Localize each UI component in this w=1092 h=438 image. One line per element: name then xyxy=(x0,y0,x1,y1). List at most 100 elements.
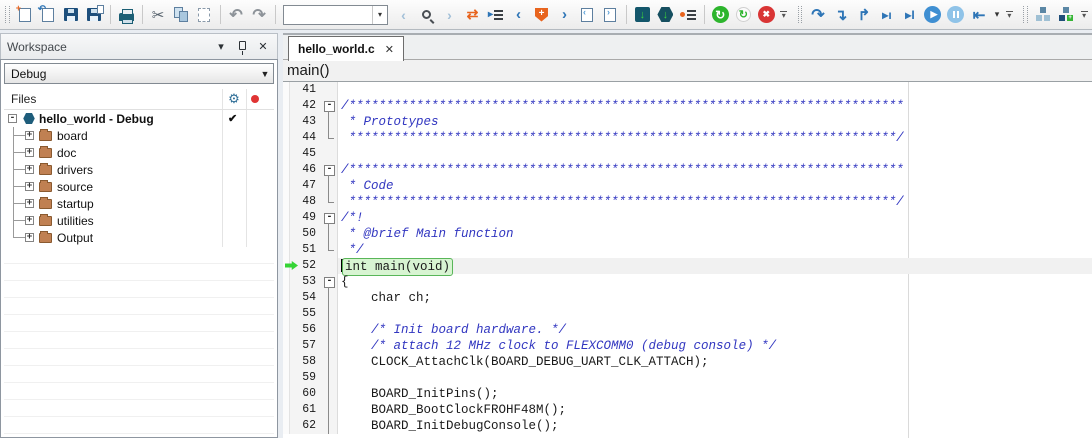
toolbar-grip[interactable] xyxy=(798,6,803,23)
copy-button[interactable] xyxy=(170,3,193,26)
fold-collapse-icon[interactable] xyxy=(321,98,338,114)
download-flash-button[interactable]: ↓ xyxy=(631,3,654,26)
print-button[interactable] xyxy=(115,3,138,26)
breakpoint-margin[interactable] xyxy=(283,274,290,290)
redo-button[interactable]: ↷ xyxy=(248,3,271,26)
tree-row-board[interactable]: + board xyxy=(4,127,274,144)
breakpoint-margin[interactable] xyxy=(283,210,290,226)
fold-collapse-icon[interactable] xyxy=(321,210,338,226)
code-editor[interactable]: 41 42/**********************************… xyxy=(283,82,1092,438)
breakpoint-margin[interactable] xyxy=(283,322,290,338)
blocks-add-view-button[interactable]: + xyxy=(1055,3,1078,26)
breakpoint-margin[interactable] xyxy=(283,226,290,242)
tree-row-source[interactable]: + source xyxy=(4,178,274,195)
blocks-view-button[interactable] xyxy=(1032,3,1055,26)
reset-to-start-button[interactable]: ⇤ xyxy=(967,3,990,26)
breakpoint-margin[interactable] xyxy=(283,418,290,434)
fold-collapse-icon[interactable] xyxy=(321,162,338,178)
expand-box-icon[interactable]: + xyxy=(25,182,34,191)
expand-box-icon[interactable]: + xyxy=(25,233,34,242)
previous-document-button[interactable]: ‹ xyxy=(576,3,599,26)
save-all-button[interactable] xyxy=(83,3,106,26)
toggle-bookmark-button[interactable]: + xyxy=(530,3,553,26)
expand-box-icon[interactable]: + xyxy=(25,216,34,225)
pin-button[interactable] xyxy=(234,39,250,55)
goto-menu-button[interactable]: ▸ xyxy=(484,3,507,26)
run-to-cursor-button[interactable]: ▸I xyxy=(898,3,921,26)
step-into-button[interactable]: ↴ xyxy=(829,3,852,26)
previous-bookmark-button[interactable]: ‹ xyxy=(507,3,530,26)
save-button[interactable] xyxy=(60,3,83,26)
open-document-button[interactable]: ↶ xyxy=(37,3,60,26)
expand-box-icon[interactable]: + xyxy=(25,199,34,208)
restart-debugger-button[interactable]: ↻ xyxy=(709,3,732,26)
breakpoint-margin[interactable] xyxy=(283,290,290,306)
panel-menu-button[interactable]: ▾ xyxy=(213,39,229,55)
new-document-button[interactable]: + xyxy=(14,3,37,26)
expand-box-icon[interactable]: + xyxy=(25,148,34,157)
expand-box-icon[interactable]: + xyxy=(25,165,34,174)
toolbar-overflow-button[interactable]: ▾ xyxy=(1003,3,1015,26)
workspace-titlebar[interactable]: Workspace ▾ ✕ xyxy=(0,33,278,59)
toolbar-overflow-button[interactable]: ▾ xyxy=(778,3,790,26)
step-out-button[interactable]: ↱ xyxy=(852,3,875,26)
code-line: 45 xyxy=(283,146,1092,162)
breakpoint-margin[interactable] xyxy=(283,146,290,162)
toolbar-grip[interactable] xyxy=(5,6,10,23)
nav-forward-button[interactable]: › xyxy=(438,3,461,26)
tree-row-output[interactable]: + Output xyxy=(4,229,274,246)
next-bookmark-button[interactable]: › xyxy=(553,3,576,26)
gear-icon[interactable]: ⚙ xyxy=(222,91,246,107)
breakpoint-margin[interactable] xyxy=(283,82,290,98)
collapse-box-icon[interactable]: - xyxy=(8,114,17,123)
breakpoint-margin[interactable] xyxy=(283,338,290,354)
breakpoint-margin[interactable] xyxy=(283,98,290,114)
cut-button[interactable]: ✂ xyxy=(147,3,170,26)
next-statement-button[interactable]: ▸ı xyxy=(875,3,898,26)
breakpoint-margin[interactable] xyxy=(283,386,290,402)
tree-row-drivers[interactable]: + drivers xyxy=(4,161,274,178)
debug-without-downloading-button[interactable] xyxy=(677,3,700,26)
expand-box-icon[interactable]: + xyxy=(25,131,34,140)
step-over-button[interactable]: ↷ xyxy=(806,3,829,26)
close-panel-button[interactable]: ✕ xyxy=(255,39,271,55)
tree-row-doc[interactable]: + doc xyxy=(4,144,274,161)
breakpoint-margin[interactable] xyxy=(283,370,290,386)
debug-dropdown-button[interactable]: ▾ xyxy=(990,3,1003,26)
break-button[interactable] xyxy=(944,3,967,26)
download-and-debug-button[interactable]: ↓ xyxy=(654,3,677,26)
stop-debugging-button[interactable]: ✖ xyxy=(755,3,778,26)
code-line: 55 xyxy=(283,306,1092,322)
next-document-button[interactable]: › xyxy=(599,3,622,26)
tab-hello-world-c[interactable]: hello_world.c ✕ xyxy=(288,36,404,61)
breakpoint-margin[interactable] xyxy=(283,402,290,418)
close-icon[interactable]: ✕ xyxy=(385,43,394,56)
breakpoint-margin[interactable] xyxy=(283,162,290,178)
breakpoint-margin[interactable] xyxy=(283,114,290,130)
breakpoint-margin[interactable] xyxy=(283,242,290,258)
breakpoint-margin[interactable] xyxy=(283,194,290,210)
undo-button[interactable]: ↶ xyxy=(225,3,248,26)
tree-row-project[interactable]: - hello_world - Debug ✔ xyxy=(4,110,274,127)
fold-collapse-icon[interactable] xyxy=(321,274,338,290)
folder-icon xyxy=(39,182,52,192)
breakpoint-margin[interactable] xyxy=(283,354,290,370)
toolbar-overflow-button[interactable]: ▾ xyxy=(1078,3,1090,26)
reset-button[interactable]: ↻ xyxy=(732,3,755,26)
breakpoint-margin[interactable] xyxy=(283,130,290,146)
paste-button[interactable] xyxy=(193,3,216,26)
breakpoint-margin[interactable] xyxy=(283,178,290,194)
breakpoint-margin[interactable] xyxy=(283,306,290,322)
chevron-down-icon[interactable]: ▾ xyxy=(372,6,387,24)
toolbar-grip[interactable] xyxy=(1023,6,1028,23)
nav-back-button[interactable]: ‹ xyxy=(392,3,415,26)
tree-row-startup[interactable]: + startup xyxy=(4,195,274,212)
line-number: 58 xyxy=(290,354,321,370)
configuration-dropdown[interactable]: Debug ▼ xyxy=(4,63,274,84)
go-button[interactable]: ▶ xyxy=(921,3,944,26)
find-button[interactable] xyxy=(415,3,438,26)
toolbar-search-combo[interactable]: ▾ xyxy=(283,5,388,25)
toggle-source-disassembly-button[interactable]: ⇄ xyxy=(461,3,484,26)
function-selector-bar[interactable]: main() xyxy=(283,60,1092,82)
tree-row-utilities[interactable]: + utilities xyxy=(4,212,274,229)
